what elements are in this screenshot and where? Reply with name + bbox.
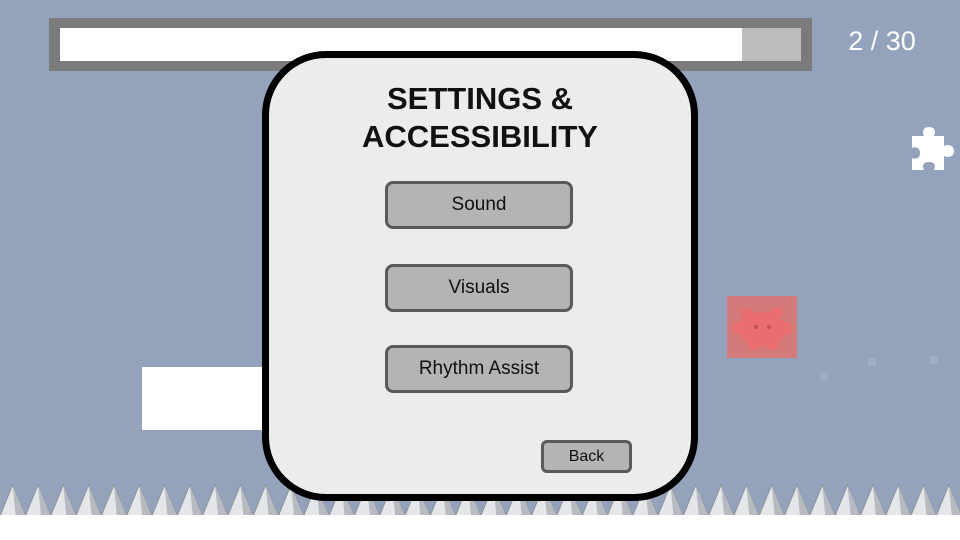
faint-particle bbox=[930, 356, 938, 364]
faint-particle bbox=[820, 373, 828, 381]
level-counter: 2 / 30 bbox=[848, 26, 916, 56]
sound-button[interactable]: Sound bbox=[385, 181, 573, 229]
back-button[interactable]: Back bbox=[541, 440, 632, 473]
enemy-creature bbox=[727, 296, 797, 358]
puzzle-piece-icon[interactable] bbox=[908, 124, 956, 172]
modal-title-line2: ACCESSIBILITY bbox=[362, 119, 598, 154]
red-creature-icon bbox=[732, 307, 792, 350]
rhythm-assist-button[interactable]: Rhythm Assist bbox=[385, 345, 573, 393]
modal-title-line1: SETTINGS & bbox=[386, 81, 573, 116]
visuals-button[interactable]: Visuals bbox=[385, 264, 573, 312]
modal-title: SETTINGS & ACCESSIBILITY bbox=[269, 80, 691, 156]
white-platform bbox=[142, 367, 272, 430]
settings-modal: SETTINGS & ACCESSIBILITY Sound Visuals R… bbox=[262, 51, 698, 501]
faint-particle bbox=[868, 358, 876, 366]
ground bbox=[0, 515, 960, 540]
